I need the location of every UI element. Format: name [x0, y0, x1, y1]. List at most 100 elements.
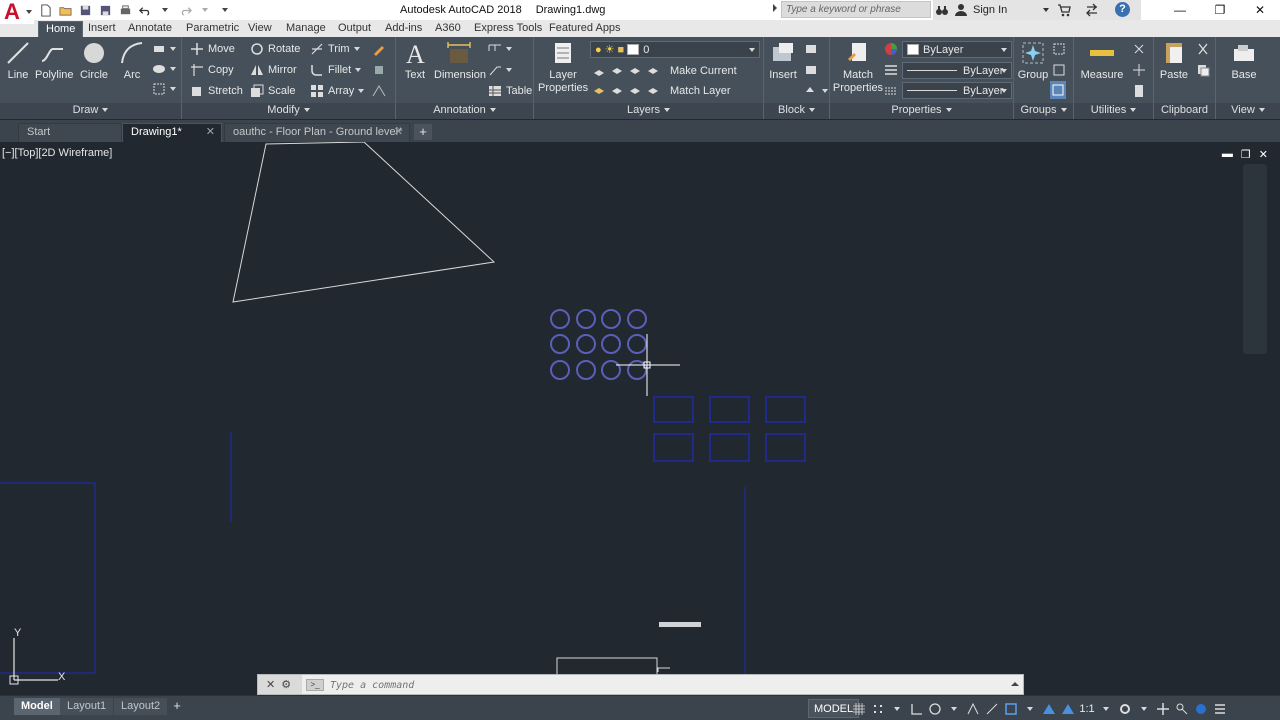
layer-dropdown[interactable]: ● ☀ ■ 0 [590, 41, 760, 58]
restore-icon[interactable]: ❐ [1241, 148, 1251, 161]
rectangle-button[interactable] [152, 40, 176, 58]
tab-a360[interactable]: A360 [435, 21, 461, 37]
annotation-visibility-toggle[interactable] [1042, 702, 1056, 716]
new-file-button[interactable] [38, 3, 52, 17]
copy-clip-button[interactable] [1196, 61, 1210, 79]
sign-in-button[interactable]: Sign In [973, 4, 1007, 16]
drawing-canvas[interactable]: [−][Top][2D Wireframe] ▬ ❐ ✕ Y X [0, 142, 1280, 694]
new-tab-button[interactable]: + [414, 124, 432, 140]
plot-button[interactable] [118, 3, 132, 17]
application-menu-button[interactable]: A [0, 0, 34, 24]
search-expand-icon[interactable] [773, 4, 777, 12]
annotation-scale-dropdown[interactable] [1099, 702, 1113, 716]
minimize-button[interactable]: — [1160, 0, 1200, 20]
snap-dropdown[interactable] [890, 702, 904, 716]
view-panel-title[interactable]: View [1216, 103, 1280, 119]
save-button[interactable] [78, 3, 92, 17]
undo-dropdown[interactable] [158, 3, 172, 17]
small-label-entity[interactable] [659, 622, 701, 627]
file-tab-floor-plan[interactable]: oauthc - Floor Plan - Ground level* ✕ [224, 123, 410, 142]
explode-button[interactable] [372, 61, 386, 79]
circle-array[interactable] [550, 309, 647, 380]
tab-parametric[interactable]: Parametric [186, 21, 239, 37]
rotate-button[interactable]: Rotate [250, 40, 300, 58]
tab-home[interactable]: Home [38, 21, 84, 37]
polar-dropdown[interactable] [947, 702, 961, 716]
quick-select-button[interactable] [1132, 40, 1146, 58]
tab-manage[interactable]: Manage [286, 21, 326, 37]
grid-toggle[interactable] [852, 702, 866, 716]
group-selection-toggle[interactable] [1050, 81, 1066, 99]
rectangle-array[interactable] [653, 396, 806, 462]
text-button[interactable]: A Text [402, 39, 428, 82]
units-button[interactable] [1175, 702, 1189, 716]
group-button[interactable]: Group [1016, 39, 1050, 82]
layer-unlock-icon[interactable] [628, 84, 642, 98]
close-button[interactable]: ✕ [1240, 0, 1280, 20]
edit-attributes-button[interactable] [804, 82, 828, 100]
undo-button[interactable] [138, 3, 152, 17]
small-hook-entity[interactable] [657, 667, 670, 672]
tab-featured-apps[interactable]: Featured Apps [549, 21, 621, 37]
viewport-controls-label[interactable]: [−][Top][2D Wireframe] [2, 147, 112, 159]
cut-button[interactable] [1196, 40, 1210, 58]
layout-tab-layout1[interactable]: Layout1 [60, 698, 114, 715]
minimize-icon[interactable]: ▬ [1222, 148, 1233, 161]
fillet-button[interactable]: Fillet [310, 61, 362, 79]
layout-tab-layout2[interactable]: Layout2 [114, 698, 168, 715]
measure-button[interactable]: Measure [1080, 39, 1124, 82]
arc-button[interactable]: Arc [118, 39, 146, 82]
linetype-dropdown[interactable]: ByLayer [902, 82, 1012, 99]
command-input[interactable] [330, 678, 930, 692]
workspace-button[interactable] [1118, 702, 1132, 716]
search-input[interactable]: Type a keyword or phrase [781, 1, 931, 18]
autodesk-exchange-icon[interactable] [1085, 3, 1099, 17]
stretch-button[interactable]: Stretch [190, 82, 243, 100]
triangle-shape[interactable] [232, 142, 496, 303]
circle-button[interactable]: Circle [78, 39, 110, 82]
polar-toggle[interactable] [928, 702, 942, 716]
boundary-button[interactable] [152, 80, 176, 98]
match-layer-button[interactable]: Match Layer [670, 82, 731, 100]
tab-annotate[interactable]: Annotate [128, 21, 172, 37]
erase-button[interactable] [372, 40, 386, 58]
layer-freeze-icon[interactable] [628, 64, 642, 78]
polyline-button[interactable]: Polyline [35, 39, 74, 82]
object-snap-toggle[interactable] [1004, 702, 1018, 716]
modify-panel-title[interactable]: Modify [182, 103, 395, 119]
layer-isolate-icon[interactable] [592, 64, 606, 78]
calculator-button[interactable] [1132, 82, 1146, 100]
clipboard-panel-title[interactable]: Clipboard [1154, 103, 1215, 119]
color-dropdown[interactable]: ByLayer [902, 41, 1012, 58]
file-tab-drawing1[interactable]: Drawing1* ✕ [122, 123, 222, 142]
table-button[interactable]: Table [488, 82, 532, 100]
layers-panel-title[interactable]: Layers [534, 103, 763, 119]
redo-button[interactable] [178, 3, 192, 17]
insert-block-button[interactable]: Insert [766, 39, 800, 82]
redo-dropdown[interactable] [198, 3, 212, 17]
close-icon[interactable]: ✕ [394, 124, 403, 141]
auto-scale-toggle[interactable] [1061, 702, 1075, 716]
tab-add-ins[interactable]: Add-ins [385, 21, 422, 37]
layer-off-icon[interactable] [610, 64, 624, 78]
close-icon[interactable]: ✕ [206, 124, 215, 141]
workspace-dropdown[interactable] [1137, 702, 1151, 716]
navigation-bar[interactable] [1243, 164, 1267, 354]
layer-match-icon[interactable] [646, 84, 660, 98]
ungroup-button[interactable] [1052, 40, 1066, 58]
binoculars-icon[interactable] [935, 3, 949, 17]
leader-button[interactable] [488, 40, 512, 58]
object-snap-tracking-toggle[interactable] [985, 702, 999, 716]
ortho-toggle[interactable] [909, 702, 923, 716]
utilities-panel-title[interactable]: Utilities [1074, 103, 1153, 119]
isodraft-toggle[interactable] [966, 702, 980, 716]
multileader-button[interactable] [488, 61, 512, 79]
layer-properties-button[interactable]: Layer Properties [538, 39, 588, 95]
isolate-objects-button[interactable] [1194, 702, 1208, 716]
layer-on-icon[interactable] [592, 84, 606, 98]
tab-output[interactable]: Output [338, 21, 371, 37]
line-button[interactable]: Line [4, 39, 32, 82]
customize-qat-button[interactable] [218, 3, 232, 17]
layout-tab-model[interactable]: Model [14, 698, 60, 715]
hatch-button[interactable] [152, 60, 176, 78]
